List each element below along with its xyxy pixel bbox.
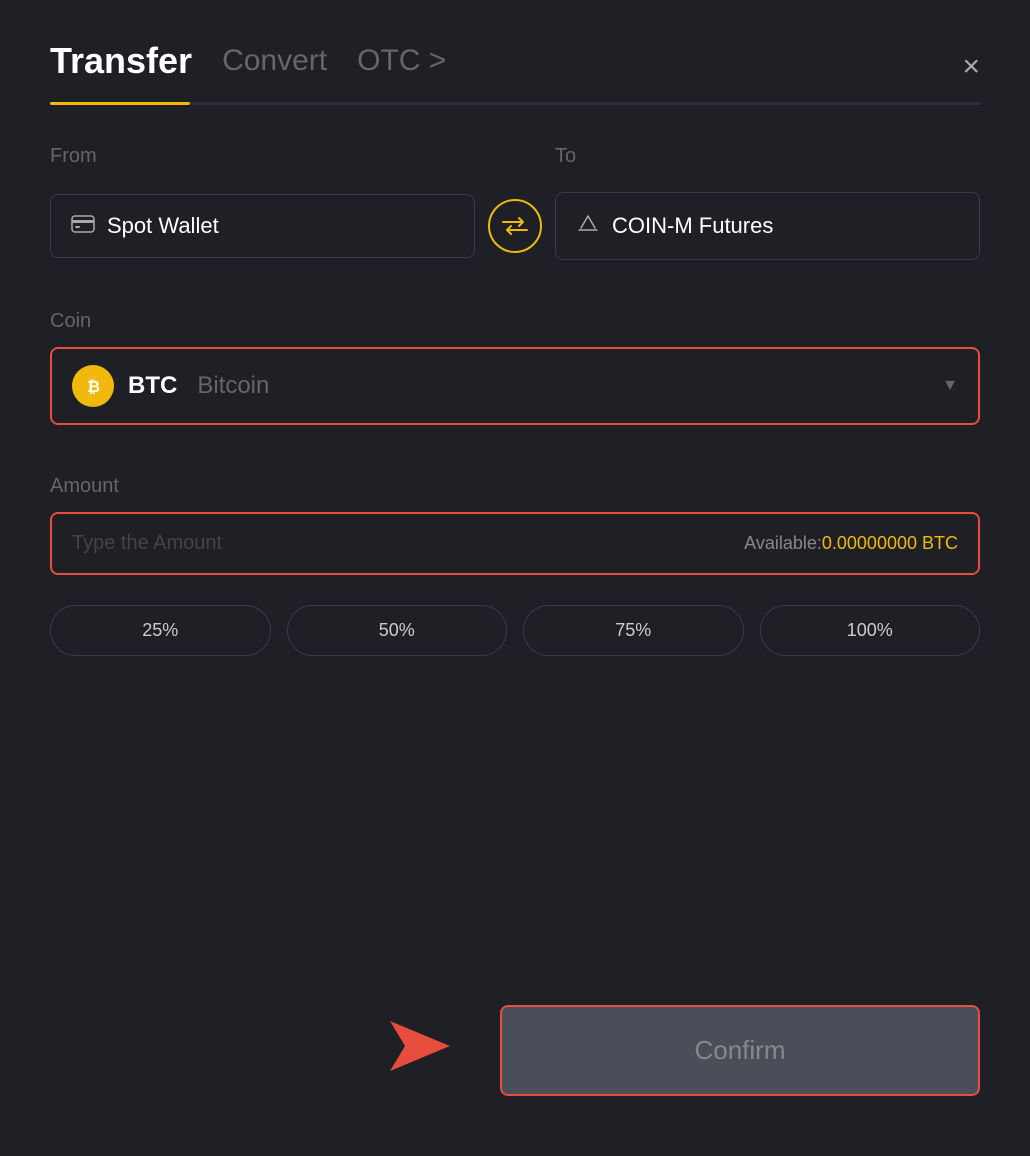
to-label: To (555, 145, 980, 168)
arrow-icon (380, 1011, 470, 1091)
available-label: Available: (744, 533, 822, 554)
swap-container (475, 199, 555, 253)
amount-label: Amount (50, 475, 980, 498)
tab-otc[interactable]: OTC > (357, 44, 446, 90)
svg-text:₿: ₿ (87, 378, 100, 396)
available-value: 0.00000000 BTC (822, 533, 958, 554)
tab-transfer[interactable]: Transfer (50, 40, 192, 94)
swap-button[interactable] (488, 199, 542, 253)
close-button[interactable]: × (962, 52, 980, 82)
chevron-down-icon: ▼ (942, 377, 958, 395)
modal-header: Transfer Convert OTC > × (50, 40, 980, 94)
tab-underline-active (50, 102, 190, 105)
wallet-row: Spot Wallet COIN-M Futures (50, 192, 980, 260)
percent-row: 25% 50% 75% 100% (50, 605, 980, 656)
confirm-area: Confirm (50, 1005, 980, 1096)
coin-fullname: Bitcoin (197, 372, 269, 400)
coin-symbol: BTC (128, 372, 177, 400)
from-wallet-label: Spot Wallet (107, 213, 219, 239)
to-wallet-label: COIN-M Futures (612, 213, 773, 239)
from-label: From (50, 145, 475, 168)
tab-underline-row (50, 102, 980, 105)
coin-label: Coin (50, 310, 980, 333)
tab-convert[interactable]: Convert (222, 44, 327, 90)
percent-100-button[interactable]: 100% (760, 605, 981, 656)
confirm-button[interactable]: Confirm (500, 1005, 980, 1096)
card-icon (71, 213, 95, 239)
futures-icon (576, 211, 600, 241)
coin-select[interactable]: ₿ BTC Bitcoin ▼ (50, 347, 980, 425)
percent-75-button[interactable]: 75% (523, 605, 744, 656)
tab-underline-rest (190, 102, 980, 105)
transfer-modal: Transfer Convert OTC > × From To Spot Wa… (0, 0, 1030, 1156)
amount-placeholder: Type the Amount (72, 532, 744, 555)
amount-box: Type the Amount Available: 0.00000000 BT… (50, 512, 980, 575)
from-wallet-box[interactable]: Spot Wallet (50, 194, 475, 258)
percent-50-button[interactable]: 50% (287, 605, 508, 656)
btc-icon: ₿ (72, 365, 114, 407)
percent-25-button[interactable]: 25% (50, 605, 271, 656)
to-wallet-box[interactable]: COIN-M Futures (555, 192, 980, 260)
